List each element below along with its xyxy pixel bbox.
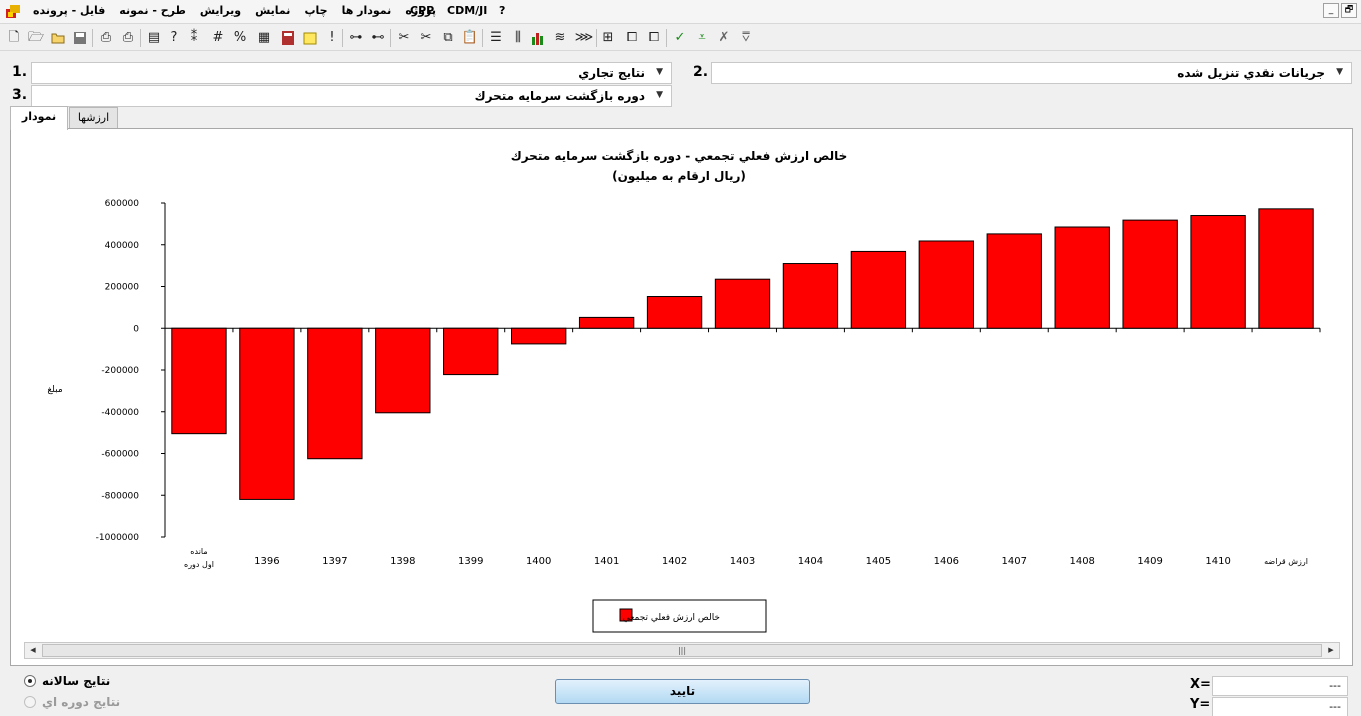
y-tick-label: 600000 [105,199,140,209]
x-tick-label: 1407 [1002,556,1027,567]
bar [443,327,499,376]
y-tick-label: -800000 [101,491,139,501]
chart-bars [171,208,1314,500]
x-tick-label: 1397 [322,556,347,567]
tab-chart[interactable]: نمودار [10,106,68,130]
x-tick-label: 1410 [1205,556,1230,567]
chart-x-ticks: مانده اول دوره 1396 1397 1398 1399 1400 1401 140… [184,547,1308,569]
ok-button[interactable]: تاييد [555,679,810,704]
chart-subtitle: (ريال ارقام به ميليون) [612,169,746,184]
chart: خالص ارزش فعلي تجمعي - دوره بازگشت سرماي… [47,149,1321,633]
horizontal-scrollbar[interactable]: ◀ ||| ▶ [24,642,1340,659]
y-tick-label: -1000000 [96,533,140,543]
bar [714,278,771,329]
bar [307,327,363,460]
scroll-thumb[interactable]: ||| [42,644,1322,657]
y-axis-label: مبلغ [47,385,62,395]
y-tick-label: 200000 [105,283,140,293]
bar [850,250,907,329]
x-tick-label: 1406 [934,556,959,567]
x-tick-label: 1402 [662,556,687,567]
chart-legend: خالص ارزش فعلي تجمعي [592,599,767,633]
y-coordinate-field: --- [1212,697,1348,716]
x-tick-label: 1405 [866,556,891,567]
bar [986,233,1042,329]
y-tick-label: 0 [133,324,139,334]
app-window: فايل - پرونده طرح - نمونه ويرايش نمايش چ… [0,0,1361,716]
bar [646,296,703,329]
bar [782,263,839,329]
bar [171,327,227,435]
x-tick-label: 1400 [526,556,551,567]
bar [578,316,635,329]
x-tick-label: 1399 [458,556,483,567]
y-tick-label: -400000 [101,408,139,418]
bar [239,327,295,500]
x-tick-label: مانده [190,547,207,556]
x-tick-label: 1408 [1069,556,1094,567]
x-tick-label: اول دوره [184,560,214,569]
bar [1054,226,1110,329]
legend-series-label: خالص ارزش فعلي تجمعي [623,613,720,623]
x-coordinate-field: --- [1212,676,1348,696]
x-tick-label: ارزش قراضه [1264,557,1308,566]
y-tick-label: -600000 [101,450,139,460]
x-tick-label: 1396 [254,556,279,567]
bar [918,240,974,329]
radio-button [24,696,36,708]
scroll-left-icon[interactable]: ◀ [25,643,41,658]
radio-period-results: نتايج دوره اي [24,695,120,709]
radio-period-label: نتايج دوره اي [42,695,121,709]
x-tick-label: 1409 [1137,556,1162,567]
x-tick-label: 1401 [594,556,619,567]
x-tick-label: 1398 [390,556,415,567]
y-tick-label: 400000 [105,241,140,251]
bar [1190,215,1246,329]
x-tick-label: 1404 [798,556,823,567]
scroll-right-icon[interactable]: ▶ [1323,643,1339,658]
bar [511,327,567,345]
x-tick-label: 1403 [730,556,755,567]
radio-annual-results[interactable]: نتايج سالانه [24,674,110,688]
y-coordinate-label: Y= [1190,697,1211,712]
bar [1122,219,1178,329]
x-coordinate-label: X= [1190,677,1211,692]
radio-annual-label: نتايج سالانه [42,674,111,688]
y-tick-label: -200000 [101,366,139,376]
bar [375,327,431,414]
chart-title: خالص ارزش فعلي تجمعي - دوره بازگشت سرماي… [511,149,848,164]
bar [1258,208,1314,329]
radio-button[interactable] [24,675,36,687]
